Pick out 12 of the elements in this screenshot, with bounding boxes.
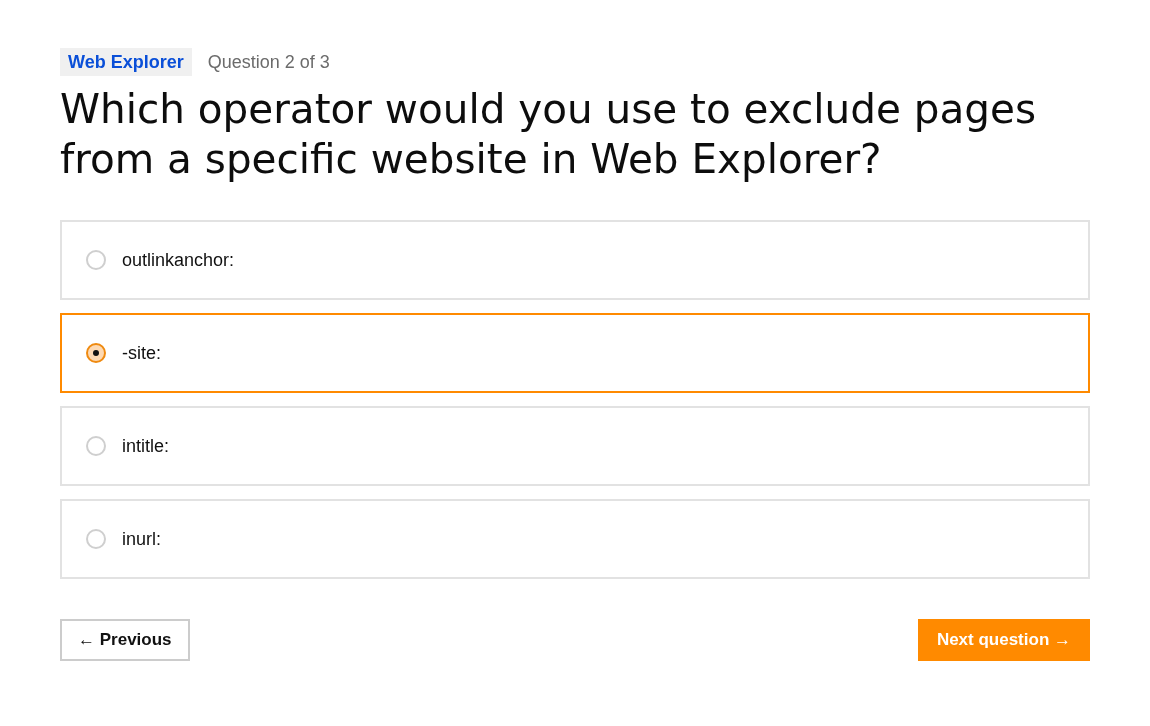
radio-icon[interactable] <box>86 436 106 456</box>
answer-option[interactable]: inurl: <box>60 499 1090 579</box>
radio-icon[interactable] <box>86 343 106 363</box>
question-counter: Question 2 of 3 <box>207 51 330 73</box>
radio-icon[interactable] <box>86 529 106 549</box>
radio-icon[interactable] <box>86 250 106 270</box>
previous-button[interactable]: ← Previous <box>60 619 190 661</box>
course-tag: Web Explorer <box>60 48 192 76</box>
answer-option[interactable]: -site: <box>60 313 1090 393</box>
answer-option[interactable]: outlinkanchor: <box>60 220 1090 300</box>
question-title: Which operator would you use to exclude pages from a specific website in Web Explorer? <box>60 84 1037 184</box>
answer-option[interactable]: intitle: <box>60 406 1090 486</box>
